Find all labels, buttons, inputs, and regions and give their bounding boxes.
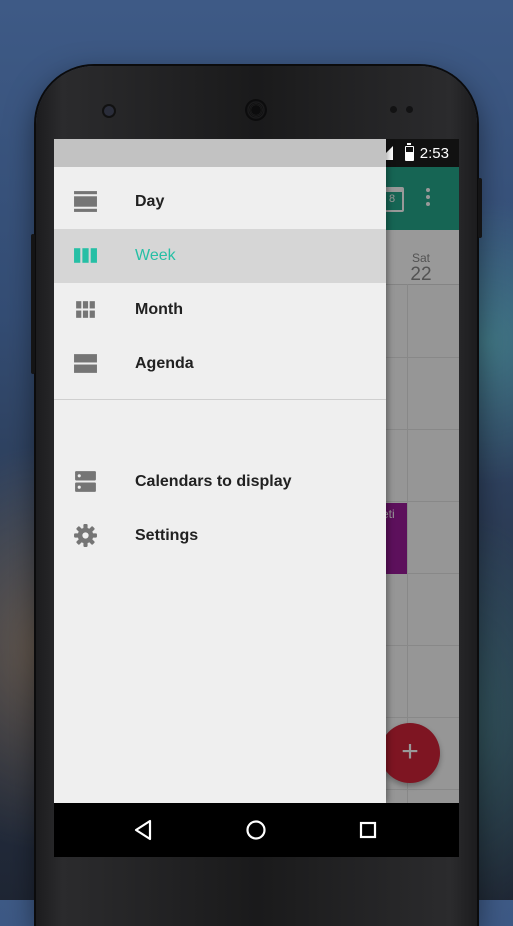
drawer-item-label: Agenda — [135, 355, 194, 372]
status-time: 2:53 — [419, 144, 449, 162]
drawer-item-month[interactable]: Month — [54, 283, 386, 337]
drawer-item-agenda[interactable]: Agenda — [54, 337, 386, 391]
drawer-item-label: Week — [135, 247, 176, 264]
drawer-status-bar — [54, 139, 386, 167]
drawer-item-label: Day — [135, 193, 165, 210]
system-navigation-bar — [54, 803, 459, 857]
week-view-icon — [74, 248, 97, 263]
drawer-item-week[interactable]: Week — [54, 229, 386, 283]
drawer-item-label: Calendars to display — [135, 473, 292, 490]
volume-button — [31, 234, 35, 374]
calendars-icon — [75, 471, 96, 492]
navigation-drawer: Day Week Month Agenda Calendars to displ… — [54, 139, 386, 803]
drawer-item-day[interactable]: Day — [54, 175, 386, 229]
gear-icon — [74, 524, 97, 547]
battery-icon — [404, 142, 414, 161]
drawer-item-calendars-to-display[interactable]: Calendars to display — [54, 455, 386, 509]
agenda-view-icon — [74, 354, 97, 373]
power-button — [478, 178, 482, 238]
recents-icon[interactable] — [354, 816, 382, 844]
drawer-item-label: Month — [135, 301, 183, 318]
home-icon[interactable] — [242, 816, 270, 844]
earpiece-speaker — [245, 99, 267, 121]
proximity-sensor — [390, 106, 397, 113]
drawer-item-label: Settings — [135, 527, 199, 544]
phone-screen: 8 Sat 22 eti + 3G 2:53 Day — [54, 139, 459, 857]
back-icon[interactable] — [130, 816, 158, 844]
drawer-divider — [54, 399, 386, 400]
front-camera — [104, 106, 114, 116]
light-sensor — [406, 106, 413, 113]
day-view-icon — [74, 191, 97, 212]
drawer-item-settings[interactable]: Settings — [54, 509, 386, 563]
month-view-icon — [76, 301, 95, 318]
